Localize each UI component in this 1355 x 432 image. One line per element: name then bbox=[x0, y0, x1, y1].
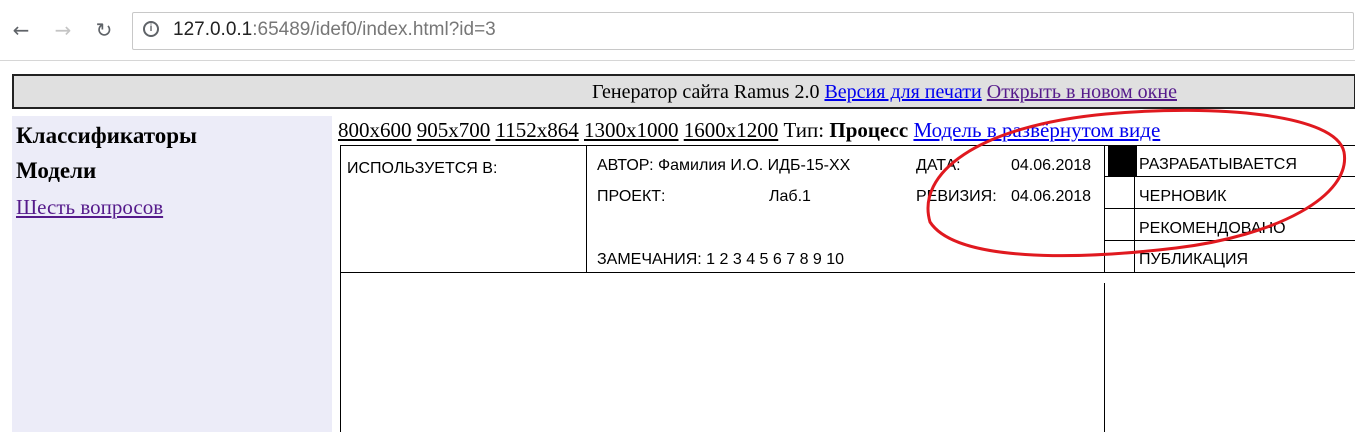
author-field: АВТОР: Фамилия И.О. ИДБ-15-ХХ bbox=[597, 157, 851, 174]
print-version-link[interactable]: Версия для печати bbox=[824, 81, 981, 103]
open-new-window-link[interactable]: Открыть в новом окне bbox=[987, 81, 1177, 103]
status-recommended: РЕКОМЕНДОВАНО bbox=[1139, 220, 1286, 237]
info-icon[interactable]: i bbox=[143, 21, 159, 37]
site-header: Генератор сайта Ramus 2.0 Версия для печ… bbox=[12, 74, 1355, 109]
reload-icon[interactable]: ↻ bbox=[92, 18, 116, 42]
size-link-1152x864[interactable]: 1152x864 bbox=[496, 118, 579, 142]
type-label: Тип: bbox=[783, 118, 825, 142]
diagram-border-line bbox=[1104, 283, 1105, 432]
project-value: Лаб.1 bbox=[769, 188, 811, 205]
size-toolbar: 800x600 905x700 1152x864 1300x1000 1600x… bbox=[338, 118, 1160, 143]
page-content: Генератор сайта Ramus 2.0 Версия для печ… bbox=[0, 61, 1355, 432]
url-host: 127.0.0.1 bbox=[173, 19, 253, 40]
sidebar: Классификаторы Модели Шесть вопросов bbox=[12, 116, 332, 432]
revision-label: РЕВИЗИЯ: bbox=[916, 188, 997, 205]
status-publication: ПУБЛИКАЦИЯ bbox=[1139, 251, 1249, 268]
status-marker-filled bbox=[1108, 146, 1137, 176]
size-link-905x700[interactable]: 905x700 bbox=[417, 118, 491, 142]
sidebar-heading-classifiers: Классификаторы bbox=[16, 123, 197, 148]
frame-divider bbox=[586, 146, 587, 272]
site-title: Генератор сайта Ramus 2.0 bbox=[592, 81, 820, 103]
status-divider bbox=[1104, 240, 1355, 241]
idef0-diagram-area bbox=[340, 271, 1355, 432]
sidebar-link-six-questions[interactable]: Шесть вопросов bbox=[16, 195, 163, 220]
size-link-1300x1000[interactable]: 1300x1000 bbox=[584, 118, 679, 142]
date-value: 04.06.2018 bbox=[1011, 157, 1092, 174]
sidebar-heading-models: Модели bbox=[16, 158, 97, 183]
type-value: Процесс bbox=[829, 118, 909, 142]
notes-field: ЗАМЕЧАНИЯ: 1 2 3 4 5 6 7 8 9 10 bbox=[597, 251, 845, 268]
expanded-model-link[interactable]: Модель в развёрнутом виде bbox=[913, 118, 1160, 142]
address-bar[interactable]: i 127.0.0.1:65489/idef0/index.html?id=3 bbox=[132, 12, 1354, 50]
status-draft: ЧЕРНОВИК bbox=[1139, 188, 1227, 205]
forward-arrow-icon[interactable]: → bbox=[51, 18, 75, 42]
idef0-header-frame: ИСПОЛЬЗУЕТСЯ В: АВТОР: Фамилия И.О. ИДБ-… bbox=[340, 145, 1355, 273]
used-in-label: ИСПОЛЬЗУЕТСЯ В: bbox=[347, 160, 498, 177]
revision-value: 04.06.2018 bbox=[1011, 188, 1092, 205]
browser-toolbar: ← → ↻ i 127.0.0.1:65489/idef0/index.html… bbox=[0, 0, 1355, 61]
project-label: ПРОЕКТ: bbox=[597, 188, 666, 205]
url-path: :65489/idef0/index.html?id=3 bbox=[252, 19, 496, 40]
back-arrow-icon[interactable]: ← bbox=[9, 18, 33, 42]
status-divider bbox=[1104, 176, 1355, 177]
frame-divider bbox=[1104, 146, 1105, 272]
size-link-1600x1200[interactable]: 1600x1200 bbox=[684, 118, 779, 142]
status-developing: РАЗРАБАТЫВАЕТСЯ bbox=[1139, 156, 1297, 173]
url-text[interactable]: 127.0.0.1:65489/idef0/index.html?id=3 bbox=[173, 19, 496, 41]
status-divider bbox=[1104, 208, 1355, 209]
size-link-800x600[interactable]: 800x600 bbox=[338, 118, 412, 142]
date-label: ДАТА: bbox=[916, 157, 961, 174]
